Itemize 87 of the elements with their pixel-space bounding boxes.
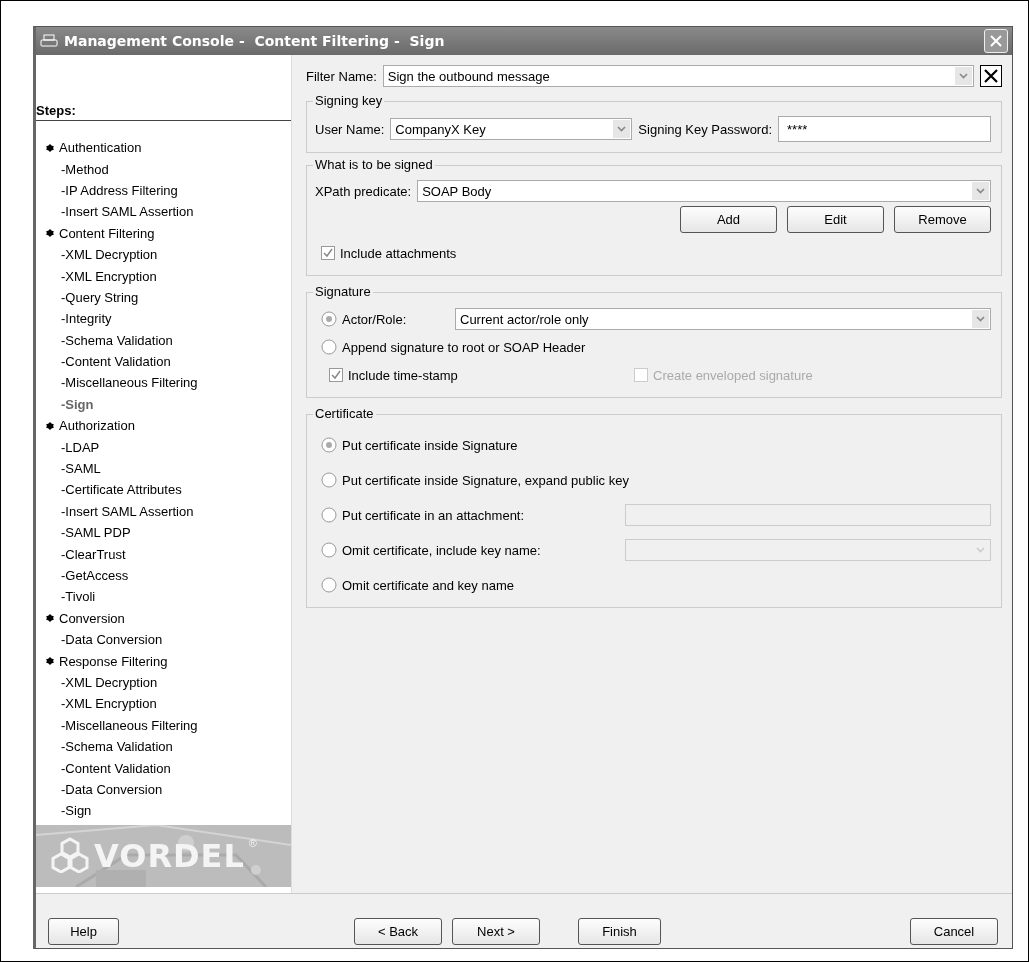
radio-label: Put certificate in an attachment: <box>342 507 526 523</box>
cancel-button[interactable]: Cancel <box>910 918 998 945</box>
step-item[interactable]: Response Filtering <box>59 653 168 669</box>
group-title: What is to be signed <box>313 157 435 172</box>
step-item[interactable]: Authorization <box>59 418 135 434</box>
step-item[interactable]: -Query String <box>61 289 139 305</box>
key-name-dropdown[interactable] <box>625 539 991 561</box>
step-item[interactable]: -Content Validation <box>61 760 171 776</box>
step-item[interactable]: -Content Validation <box>61 354 171 370</box>
step-item[interactable]: -Schema Validation <box>61 739 173 755</box>
step-item[interactable]: -XML Encryption <box>61 696 157 712</box>
step-item[interactable]: -Method <box>61 161 109 177</box>
step-item[interactable]: -Miscellaneous Filtering <box>61 717 198 733</box>
radio-label: Append signature to root or SOAP Header <box>342 339 586 355</box>
field-label: XPath predicate: <box>315 183 412 199</box>
clear-icon[interactable] <box>980 65 1002 87</box>
nav-button[interactable]: < Back <box>354 918 442 945</box>
group-title: Certificate <box>313 406 376 421</box>
hexagon-logo-icon <box>50 837 90 873</box>
checkbox-label: Include time-stamp <box>348 367 458 383</box>
steps-heading: Steps: <box>36 103 291 121</box>
action-button[interactable]: Remove <box>894 206 991 233</box>
checkbox[interactable] <box>329 368 343 382</box>
step-item[interactable]: -IP Address Filtering <box>61 182 178 198</box>
radio-button[interactable] <box>321 507 337 523</box>
xpath-dropdown[interactable]: SOAP Body <box>417 180 991 202</box>
field-label: Filter Name: <box>306 68 377 84</box>
step-item[interactable]: -Integrity <box>61 311 112 327</box>
action-button[interactable]: Add <box>680 206 777 233</box>
close-icon[interactable] <box>984 29 1008 53</box>
radio-button[interactable] <box>321 339 337 355</box>
attachment-field[interactable] <box>625 504 991 526</box>
password-field[interactable]: **** <box>778 116 991 142</box>
step-item[interactable]: Content Filtering <box>59 225 155 241</box>
printer-icon <box>40 34 58 48</box>
bullet-icon <box>46 229 54 238</box>
step-item[interactable]: -XML Decryption <box>61 674 158 690</box>
step-item[interactable]: Authentication <box>59 140 142 156</box>
step-item[interactable]: -Insert SAML Assertion <box>61 204 194 220</box>
step-item[interactable]: -Data Conversion <box>61 781 163 797</box>
step-item[interactable]: -XML Decryption <box>61 247 158 263</box>
step-item[interactable]: -Sign <box>61 803 92 819</box>
step-item[interactable]: -XML Encryption <box>61 268 157 284</box>
user-name-dropdown[interactable]: CompanyX Key <box>390 118 633 140</box>
step-item[interactable]: -Schema Validation <box>61 332 173 348</box>
step-item[interactable]: -SAML PDP <box>61 525 131 541</box>
actor-role-dropdown[interactable]: Current actor/role only <box>455 308 991 330</box>
radio-label: Put certificate inside Signature, expand public key <box>342 472 629 488</box>
action-button[interactable]: Edit <box>787 206 884 233</box>
registered-mark: ® <box>248 837 257 849</box>
step-item[interactable]: -GetAccess <box>61 568 129 583</box>
logo-text: VORDEL <box>94 837 245 875</box>
step-item[interactable]: -LDAP <box>61 439 100 455</box>
radio-button[interactable] <box>321 472 337 488</box>
group-title: Signature <box>313 284 373 299</box>
checkbox[interactable] <box>321 246 335 260</box>
step-item[interactable]: -Insert SAML Assertion <box>61 503 194 519</box>
filter-name-dropdown[interactable]: Sign the outbound message <box>382 65 974 87</box>
step-item[interactable]: -SAML <box>61 461 101 477</box>
radio-button[interactable] <box>321 311 337 327</box>
radio-button[interactable] <box>321 437 337 453</box>
checkbox-label: Include attachments <box>340 245 457 261</box>
bullet-icon <box>46 143 54 152</box>
field-label: Signing Key Password: <box>638 121 773 137</box>
radio-label: Actor/Role: <box>342 311 408 327</box>
bullet-icon <box>46 421 54 430</box>
window-title: Management Console - Content Filtering - Sign <box>64 33 446 49</box>
step-item[interactable]: Conversion <box>59 610 125 626</box>
bullet-icon <box>46 614 54 623</box>
step-item[interactable]: -Certificate Attributes <box>61 482 182 498</box>
nav-button[interactable]: Next > <box>452 918 540 945</box>
radio-label: Put certificate inside Signature <box>342 437 518 453</box>
radio-button[interactable] <box>321 577 337 593</box>
radio-label: Omit certificate and key name <box>342 577 514 593</box>
checkbox-label: Create enveloped signature <box>653 367 813 383</box>
finish-button[interactable]: Finish <box>578 918 661 945</box>
group-title: Signing key <box>313 93 385 108</box>
step-item[interactable]: -Data Conversion <box>61 632 163 648</box>
step-item[interactable]: -Sign <box>61 396 94 412</box>
bullet-icon <box>46 657 54 666</box>
radio-button[interactable] <box>321 542 337 558</box>
step-item[interactable]: -Tivoli <box>61 589 96 605</box>
field-label: User Name: <box>315 121 385 137</box>
help-button[interactable]: Help <box>48 918 119 945</box>
step-item[interactable]: -ClearTrust <box>61 546 126 562</box>
radio-label: Omit certificate, include key name: <box>342 542 542 558</box>
step-item[interactable]: -Miscellaneous Filtering <box>61 375 198 391</box>
